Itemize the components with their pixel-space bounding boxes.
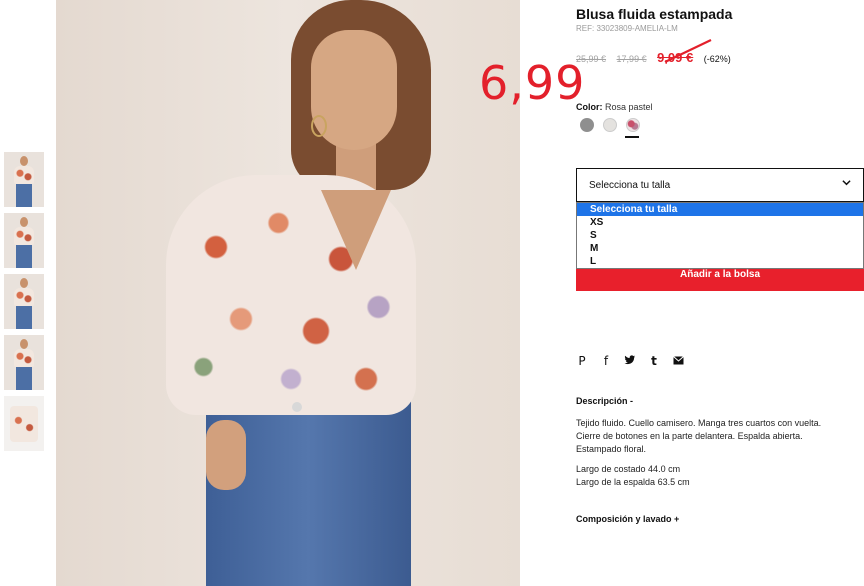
share-icons: P f t <box>576 354 696 368</box>
annotated-price: 6,99 <box>479 56 586 110</box>
size-option-l[interactable]: L <box>577 255 863 268</box>
previous-price: 17,99 € <box>616 54 647 64</box>
add-to-bag-button[interactable]: Añadir a la bolsa <box>576 269 864 291</box>
tumblr-icon[interactable]: t <box>648 354 660 368</box>
measurement-side-length: Largo de costado 44.0 cm <box>576 464 681 474</box>
measurements: Largo de costado 44.0 cm Largo de la esp… <box>576 463 690 489</box>
size-option-m[interactable]: M <box>577 242 863 255</box>
color-label: Color: <box>576 102 603 112</box>
facebook-icon[interactable]: f <box>600 354 612 368</box>
chevron-down-icon <box>842 180 851 186</box>
main-product-image[interactable] <box>56 0 520 586</box>
selected-swatch-indicator <box>625 136 639 138</box>
composition-toggle[interactable]: Composición y lavado + <box>576 514 679 524</box>
size-option-xs[interactable]: XS <box>577 216 863 229</box>
model-hand <box>206 420 246 490</box>
size-option-s[interactable]: S <box>577 229 863 242</box>
size-dropdown: Selecciona tu talla XS S M L <box>576 202 864 269</box>
thumbnail-2[interactable] <box>4 213 44 268</box>
color-value: Rosa pastel <box>605 102 653 112</box>
thumbnail-strip <box>4 152 44 457</box>
thumbnail-5[interactable] <box>4 396 44 451</box>
description-line: Tejido fluido. Cuello camisero. Manga tr… <box>576 418 822 428</box>
earring <box>311 115 327 137</box>
color-label-row: Color: Rosa pastel <box>576 102 653 112</box>
swatch-pink-floral[interactable] <box>626 118 640 132</box>
description-line: Cierre de botones en la parte delantera.… <box>576 431 803 441</box>
swatch-grey[interactable] <box>580 118 594 132</box>
thumbnail-3[interactable] <box>4 274 44 329</box>
twitter-icon[interactable] <box>624 354 636 368</box>
product-ref: REF: 33023809-AMELIA-LM <box>576 24 678 33</box>
pinterest-icon[interactable]: P <box>576 354 588 368</box>
description-text: Tejido fluido. Cuello camisero. Manga tr… <box>576 417 864 456</box>
blouse-neckline <box>321 190 391 270</box>
size-option-placeholder[interactable]: Selecciona tu talla <box>577 203 863 216</box>
thumbnail-4[interactable] <box>4 335 44 390</box>
email-icon[interactable] <box>672 354 684 368</box>
strike-through-mark <box>664 39 712 63</box>
color-swatches <box>580 118 649 132</box>
size-select[interactable]: Selecciona tu talla <box>576 168 864 202</box>
price-row: 25,99 € 17,99 € 9,09 € (-62%) <box>576 50 739 65</box>
description-line: Estampado floral. <box>576 444 647 454</box>
product-title: Blusa fluida estampada <box>576 6 733 22</box>
description-toggle[interactable]: Descripción - <box>576 396 633 406</box>
jeans-button <box>292 402 302 412</box>
size-select-value: Selecciona tu talla <box>589 180 671 191</box>
measurement-back-length: Largo de la espalda 63.5 cm <box>576 477 690 487</box>
thumbnail-1[interactable] <box>4 152 44 207</box>
swatch-white[interactable] <box>603 118 617 132</box>
